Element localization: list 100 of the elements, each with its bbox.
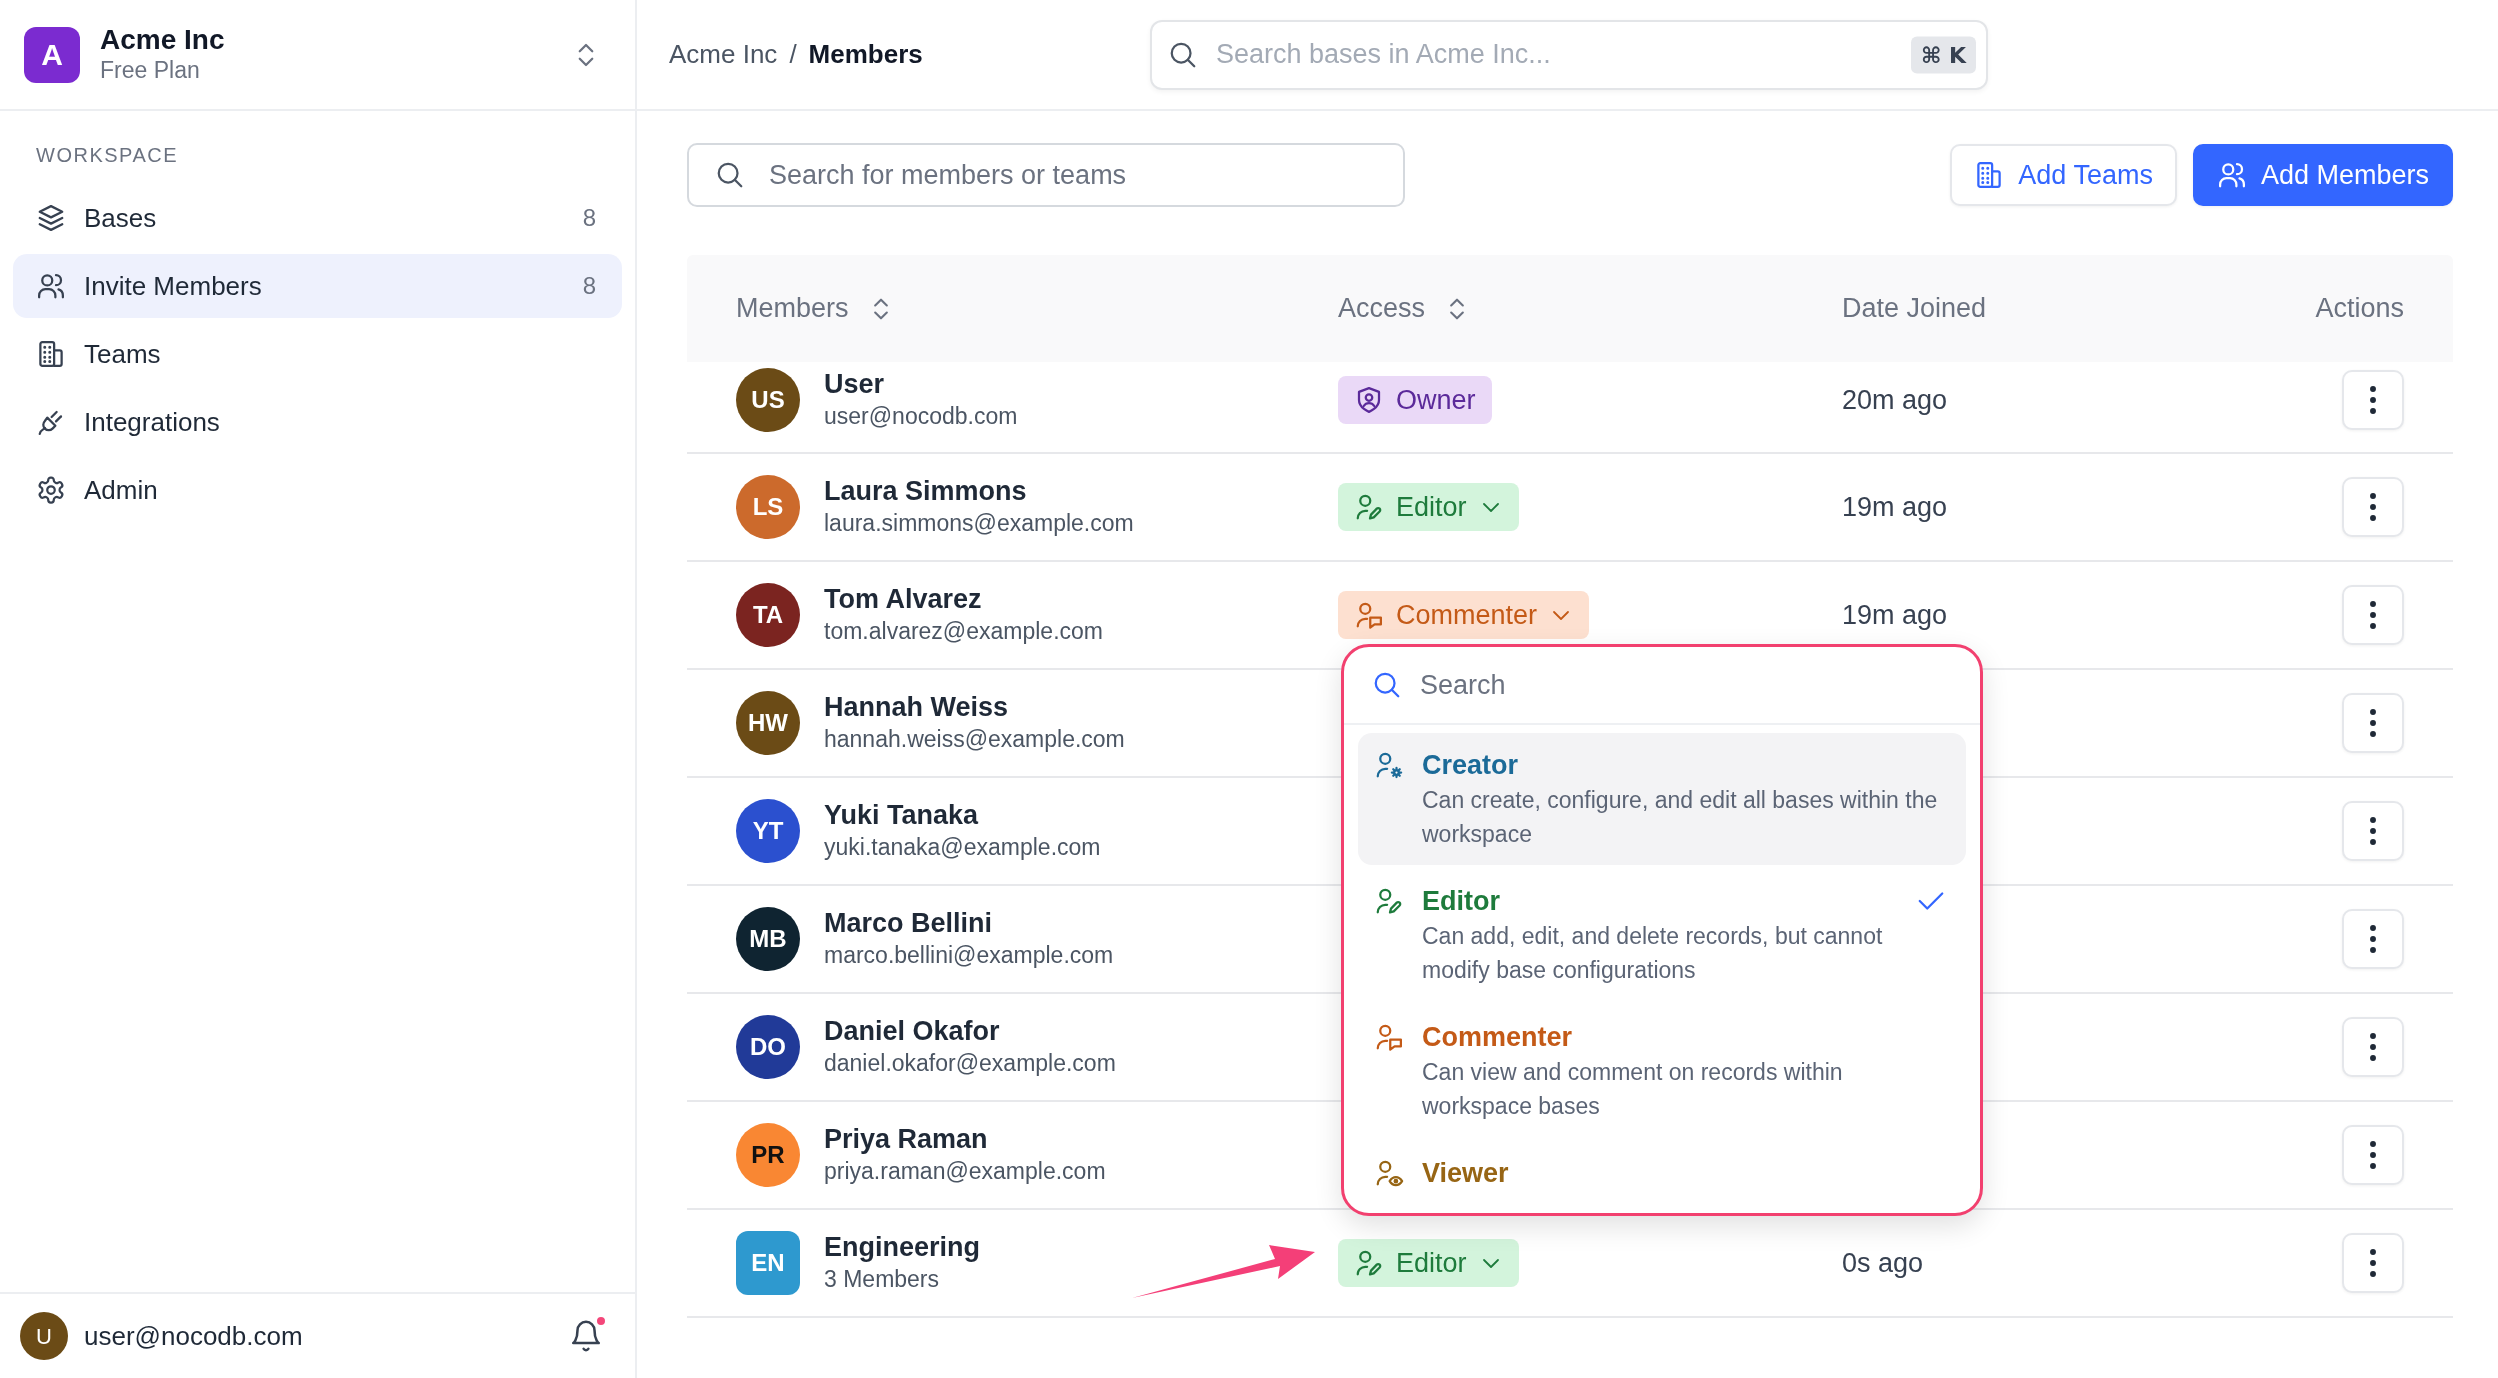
role-description: Can create, configure, and edit all bases within the workspace xyxy=(1422,786,1939,849)
team-name: Engineering xyxy=(824,1230,980,1264)
sidebar-item[interactable]: Invite Members 8 xyxy=(13,254,622,318)
date-joined: 0s ago xyxy=(1842,1247,1924,1278)
breadcrumb-separator: / xyxy=(789,38,797,71)
more-actions-button[interactable] xyxy=(2342,1125,2404,1185)
more-actions-button[interactable] xyxy=(2342,693,2404,753)
user-avatar: LS xyxy=(736,475,800,539)
bell-icon[interactable] xyxy=(569,1319,603,1353)
role-label: Owner xyxy=(1396,383,1476,417)
sidebar-item[interactable]: Admin xyxy=(13,458,622,522)
role-description: Can view and comment on records within workspace bases xyxy=(1422,1058,1844,1121)
kebab-menu-icon xyxy=(2370,925,2376,953)
notification-dot-icon xyxy=(595,1315,607,1327)
add-button[interactable]: Add Members xyxy=(2192,144,2453,206)
role-option[interactable]: Commenter Can view and comment on records within workspace bases xyxy=(1358,1005,1966,1137)
kebab-menu-icon xyxy=(2370,709,2376,737)
member-email: tom.alvarez@example.com xyxy=(824,617,1103,647)
kebab-menu-icon xyxy=(2370,386,2376,414)
user-pen-icon xyxy=(1354,1248,1384,1278)
column-header: Actions xyxy=(2315,292,2404,326)
item-count: 8 xyxy=(582,271,596,301)
more-actions-button[interactable] xyxy=(2342,1233,2404,1293)
role-select[interactable]: Editor xyxy=(1338,483,1519,531)
column-header: Date Joined xyxy=(1842,292,1987,326)
kebab-menu-icon xyxy=(2370,1141,2376,1169)
kebab-menu-icon xyxy=(2370,817,2376,845)
member-email: marco.bellini@example.com xyxy=(824,941,1114,971)
more-actions-button[interactable] xyxy=(2342,909,2404,969)
member-email: yuki.tanaka@example.com xyxy=(824,833,1101,863)
section-label: WORKSPACE xyxy=(35,143,180,168)
date-joined: 19m ago xyxy=(1842,491,1948,522)
search-icon xyxy=(1372,670,1402,700)
team-member-count: 3 Members xyxy=(824,1265,941,1295)
user-chat-icon xyxy=(1374,1022,1404,1052)
member-name: Yuki Tanaka xyxy=(824,798,980,832)
member-name: Tom Alvarez xyxy=(824,582,983,616)
user-avatar: DO xyxy=(736,1015,800,1079)
sidebar-item[interactable]: Bases 8 xyxy=(13,186,622,250)
member-search-field[interactable]: Search for members or teams xyxy=(687,143,1405,207)
users-icon xyxy=(36,271,66,301)
role-title: Commenter xyxy=(1422,1021,1574,1054)
more-actions-button[interactable] xyxy=(2342,585,2404,645)
team-avatar: EN xyxy=(736,1231,800,1295)
role-select[interactable]: Commenter xyxy=(1338,591,1590,639)
member-email: daniel.okafor@example.com xyxy=(824,1049,1116,1079)
member-email: user@nocodb.com xyxy=(824,402,1018,432)
member-email: priya.raman@example.com xyxy=(824,1157,1106,1187)
workspace-logo: A xyxy=(24,26,80,83)
user-chat-icon xyxy=(1354,600,1384,630)
add-button[interactable]: Add Teams xyxy=(1950,144,2177,206)
role-select[interactable]: Editor xyxy=(1338,1239,1519,1287)
building-icon xyxy=(36,339,66,369)
member-name: Daniel Okafor xyxy=(824,1014,1001,1048)
role-option[interactable]: Creator Can create, configure, and edit all bases within the workspace xyxy=(1358,733,1966,865)
kebab-menu-icon xyxy=(2370,1249,2376,1277)
account-avatar: U xyxy=(20,1312,68,1360)
member-email: laura.simmons@example.com xyxy=(824,509,1134,539)
account-email: user@nocodb.com xyxy=(84,1319,303,1353)
date-joined: 19m ago xyxy=(1842,599,1948,630)
user-avatar: PR xyxy=(736,1123,800,1187)
layers-icon xyxy=(36,203,66,233)
settings-icon xyxy=(36,475,66,505)
menu-search-field[interactable]: Search xyxy=(1420,664,1952,706)
plan-label: Free Plan xyxy=(100,56,201,85)
column-header[interactable]: Access xyxy=(1338,288,1472,329)
sidebar-item[interactable]: Teams xyxy=(13,322,622,386)
user-avatar: YT xyxy=(736,799,800,863)
user-pen-icon xyxy=(1374,886,1404,916)
date-joined: 20m ago xyxy=(1842,384,1948,415)
user-pen-icon xyxy=(1354,492,1384,522)
user-avatar: HW xyxy=(736,691,800,755)
breadcrumb-current: Members xyxy=(808,38,923,71)
breadcrumb-link[interactable]: Acme Inc xyxy=(669,35,778,74)
search-icon xyxy=(715,160,745,190)
member-name: Marco Bellini xyxy=(824,906,994,940)
users-icon xyxy=(2216,160,2247,190)
user-avatar: US xyxy=(736,368,800,432)
shortcut-key: ⌘ K xyxy=(1910,36,1976,73)
role-option[interactable]: Viewer xyxy=(1358,1141,1966,1205)
more-actions-button[interactable] xyxy=(2342,477,2404,537)
sidebar-item[interactable]: Integrations xyxy=(13,390,622,454)
column-header[interactable]: Members xyxy=(736,288,895,329)
more-actions-button[interactable] xyxy=(2342,370,2404,430)
role-option[interactable]: Editor Can add, edit, and delete records, but cannot modify base configurations xyxy=(1358,869,1966,1001)
user-gear-icon xyxy=(1374,750,1404,780)
role-title: Viewer xyxy=(1422,1157,1510,1190)
more-actions-button[interactable] xyxy=(2342,801,2404,861)
kebab-menu-icon xyxy=(2370,601,2376,629)
kebab-menu-icon xyxy=(2370,1033,2376,1061)
role-title: Editor xyxy=(1422,885,1501,918)
member-name: Priya Raman xyxy=(824,1122,989,1156)
item-count: 8 xyxy=(582,203,596,233)
kebab-menu-icon xyxy=(2370,493,2376,521)
more-actions-button[interactable] xyxy=(2342,1017,2404,1077)
user-eye-icon xyxy=(1374,1158,1404,1188)
user-avatar: MB xyxy=(736,907,800,971)
role-title: Creator xyxy=(1422,749,1520,782)
member-email: hannah.weiss@example.com xyxy=(824,725,1125,755)
member-name: Laura Simmons xyxy=(824,474,1028,508)
